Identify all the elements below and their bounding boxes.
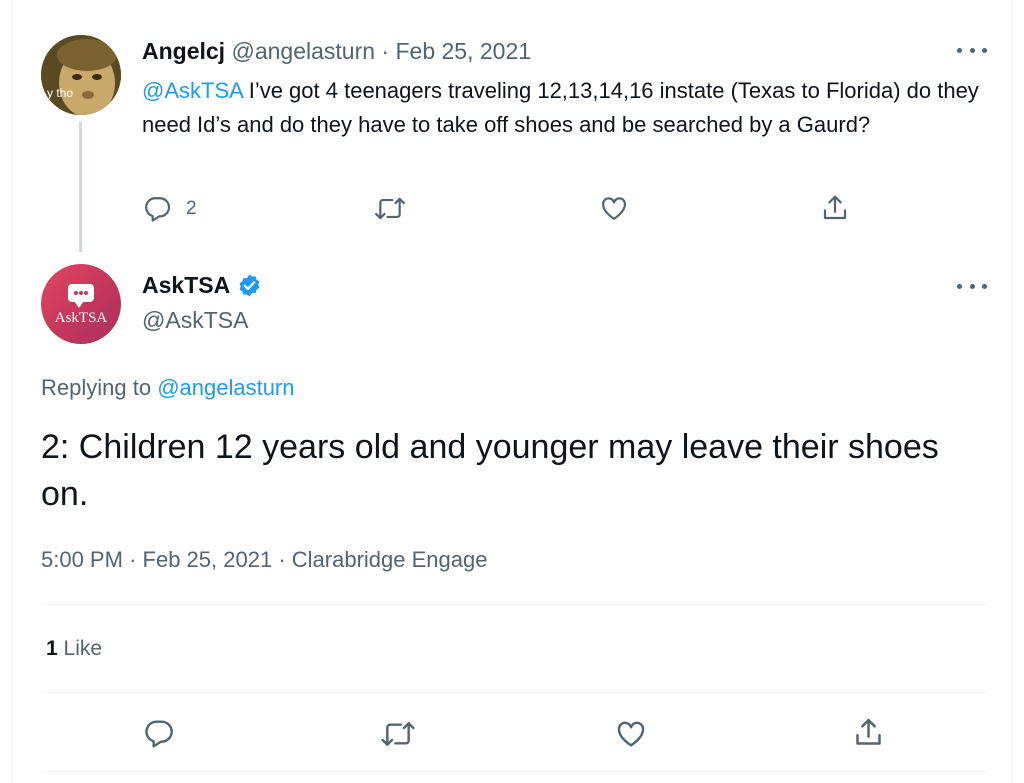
divider [41,771,987,772]
reply-count: 2 [186,197,197,219]
like-icon [602,197,626,220]
like-button[interactable] [614,718,648,750]
avatar-angelcj[interactable]: y tho [41,35,121,115]
retweet-button[interactable] [379,718,417,750]
mention-link[interactable]: @AskTSA [142,78,243,103]
tweet-date[interactable]: Feb 25, 2021 [143,547,273,572]
share-button[interactable] [820,193,850,223]
divider [41,692,987,693]
display-name[interactable]: Angelcj [142,38,225,64]
avatar-image [41,35,121,115]
tweet-text-body: I’ve got 4 teenagers traveling 12,13,14,… [142,78,979,137]
handle[interactable]: @angelasturn [231,38,375,64]
display-name[interactable]: AskTSA [142,272,230,299]
tweet-header: Angelcj @angelasturn · Feb 25, 2021 [142,38,531,65]
reply-icon [145,720,173,748]
more-options-icon[interactable] [957,279,987,293]
reply-button[interactable]: 2 [143,194,197,223]
tweet-text: 2: Children 12 years old and younger may… [41,428,939,513]
retweet-icon [375,197,405,220]
retweet-button[interactable] [373,194,407,223]
replying-prefix: Replying to [41,375,158,400]
avatar-caption: y tho [47,86,74,100]
share-icon [823,195,847,220]
share-button[interactable] [852,716,885,749]
tweet-time[interactable]: 5:00 PM [41,547,123,572]
separator: · [278,547,286,572]
display-name-row: AskTSA [142,272,262,299]
likes-summary[interactable]: 1 Like [46,637,102,661]
avatar-label: AskTSA [54,310,108,326]
divider [41,604,987,605]
tweet-text: @AskTSA I’ve got 4 teenagers traveling 1… [142,74,992,142]
replying-to-link[interactable]: @angelasturn [157,375,294,400]
retweet-icon [381,722,415,746]
avatar-asktsa[interactable]: AskTSA [41,264,121,344]
separator: · [129,547,137,572]
like-button[interactable] [599,194,629,223]
tweet-metadata: 5:00 PM · Feb 25, 2021 · Clarabridge Eng… [41,547,487,573]
reply-button[interactable] [143,717,175,749]
reply-icon [145,197,171,222]
verified-badge-icon [239,274,260,297]
replying-to: Replying to @angelasturn [41,375,295,401]
handle[interactable]: @AskTSA [142,307,248,334]
more-options-icon[interactable] [957,43,987,57]
like-count: 1 [46,637,58,660]
tweet-source[interactable]: Clarabridge Engage [292,547,488,572]
share-icon [856,718,881,745]
separator: · [381,38,390,64]
tweet-date[interactable]: Feb 25, 2021 [395,38,531,64]
thread-connector-line [79,122,82,252]
chat-bubble-icon [68,284,94,308]
like-label: Like [57,637,103,660]
like-icon [617,721,645,747]
